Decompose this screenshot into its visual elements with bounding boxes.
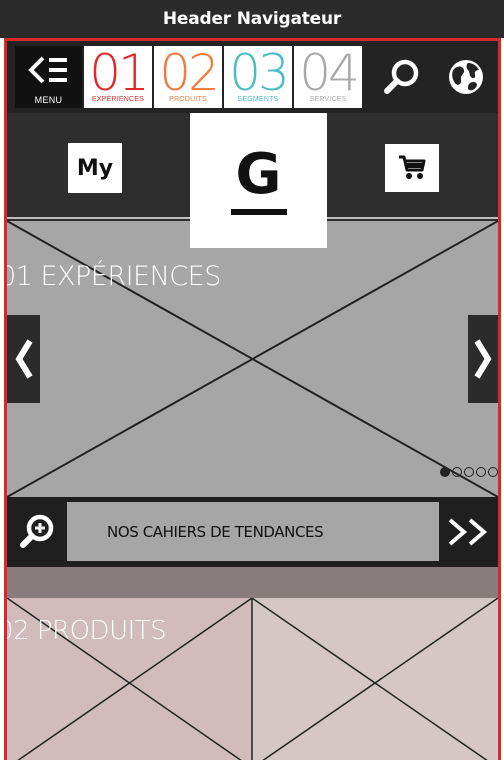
carousel-pagination bbox=[440, 467, 498, 477]
section-divider-strip bbox=[7, 567, 498, 598]
section-title: 01 EXPÉRIENCES bbox=[4, 261, 221, 292]
carousel-dot[interactable] bbox=[476, 467, 486, 477]
zoom-in-icon bbox=[20, 514, 54, 548]
brand-logo[interactable]: G bbox=[190, 113, 327, 248]
search-button[interactable] bbox=[371, 46, 433, 108]
my-account-button[interactable]: My bbox=[68, 143, 122, 193]
carousel-dot[interactable] bbox=[452, 467, 462, 477]
tab-label: SERVICES bbox=[309, 96, 347, 103]
tendances-bar: NOS CAHIERS DE TENDANCES bbox=[7, 497, 498, 567]
top-nav: MENU 01 EXPÉRIENCES 02 PRODUITS 03 SEGME… bbox=[7, 41, 498, 113]
experiences-carousel: 01 EXPÉRIENCES bbox=[7, 221, 498, 497]
carousel-prev-button[interactable] bbox=[7, 315, 40, 403]
tab-label: PRODUITS bbox=[169, 96, 207, 103]
logo-letter: G bbox=[235, 141, 282, 207]
carousel-dot[interactable] bbox=[464, 467, 474, 477]
logo-underline bbox=[230, 208, 287, 215]
tab-services[interactable]: 04 SERVICES bbox=[294, 46, 362, 108]
cart-icon bbox=[399, 155, 426, 179]
zoom-button[interactable] bbox=[7, 502, 67, 561]
carousel-dot[interactable] bbox=[440, 467, 450, 477]
carousel-next-button[interactable] bbox=[468, 315, 498, 403]
globe-button[interactable] bbox=[435, 46, 497, 108]
section-title: 02 PRODUITS bbox=[4, 616, 167, 646]
tab-segments[interactable]: 03 SEGMENTS bbox=[224, 46, 292, 108]
window-title: Header Navigateur bbox=[0, 0, 504, 38]
page-frame: MENU 01 EXPÉRIENCES 02 PRODUITS 03 SEGME… bbox=[4, 38, 501, 760]
menu-icon bbox=[28, 56, 67, 84]
tab-experiences[interactable]: 01 EXPÉRIENCES bbox=[84, 46, 152, 108]
tab-label: SEGMENTS bbox=[237, 96, 279, 103]
globe-icon bbox=[449, 60, 483, 94]
tendances-next-button[interactable] bbox=[439, 502, 498, 561]
tendances-link[interactable]: NOS CAHIERS DE TENDANCES bbox=[67, 502, 439, 561]
carousel-dot[interactable] bbox=[488, 467, 498, 477]
menu-button[interactable]: MENU bbox=[15, 46, 82, 108]
chevron-left-icon bbox=[14, 339, 33, 379]
products-section: 02 PRODUITS bbox=[7, 598, 498, 760]
tab-produits[interactable]: 02 PRODUITS bbox=[154, 46, 222, 108]
menu-label: MENU bbox=[34, 95, 63, 105]
cart-button[interactable] bbox=[385, 144, 439, 192]
chevron-right-icon bbox=[474, 339, 492, 379]
double-chevron-right-icon bbox=[448, 517, 487, 546]
search-icon bbox=[384, 59, 419, 94]
tab-label: EXPÉRIENCES bbox=[92, 96, 144, 103]
